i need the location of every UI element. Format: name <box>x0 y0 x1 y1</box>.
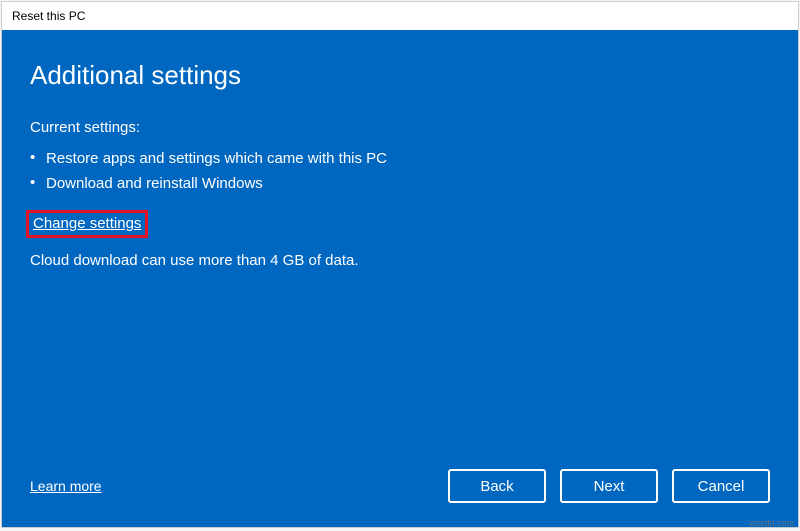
window-titlebar[interactable]: Reset this PC <box>2 2 798 30</box>
settings-item: Download and reinstall Windows <box>30 171 770 196</box>
back-button[interactable]: Back <box>448 469 546 503</box>
page-heading: Additional settings <box>30 60 770 91</box>
content-area: Additional settings Current settings: Re… <box>2 30 798 527</box>
settings-item: Restore apps and settings which came wit… <box>30 146 770 171</box>
window-title: Reset this PC <box>12 9 85 23</box>
current-settings-label: Current settings: <box>30 119 770 136</box>
annotation-highlight: Change settings <box>26 210 148 238</box>
button-row: Back Next Cancel <box>448 469 770 503</box>
cancel-button[interactable]: Cancel <box>672 469 770 503</box>
footer: Learn more Back Next Cancel <box>30 459 770 507</box>
change-settings-link[interactable]: Change settings <box>33 215 141 232</box>
cloud-download-note: Cloud download can use more than 4 GB of… <box>30 252 770 269</box>
next-button[interactable]: Next <box>560 469 658 503</box>
learn-more-link[interactable]: Learn more <box>30 478 102 494</box>
watermark-text: wsxdn.com <box>749 518 794 528</box>
current-settings-list: Restore apps and settings which came wit… <box>30 146 770 196</box>
reset-pc-window: Reset this PC Additional settings Curren… <box>1 1 799 528</box>
change-settings-container: Change settings <box>30 210 770 238</box>
